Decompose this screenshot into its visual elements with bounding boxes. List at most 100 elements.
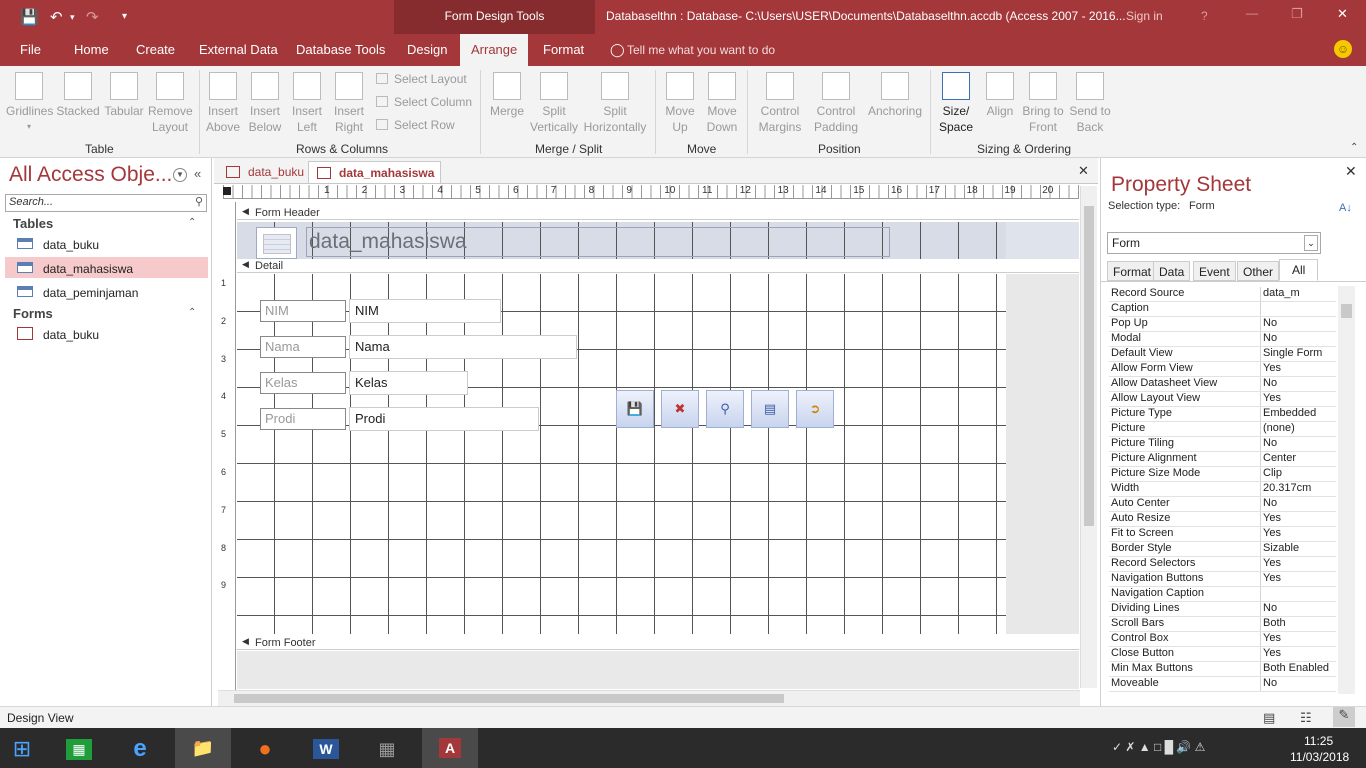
nav-item-data-peminjaman[interactable]: data_peminjaman [5,281,208,302]
remove-layout-button[interactable]: Remove Layout [148,72,193,135]
scrollbar-thumb[interactable] [1084,206,1094,526]
property-row[interactable]: Default View Single Form [1109,347,1336,362]
property-row[interactable]: Min Max Buttons Both Enabled [1109,662,1336,677]
tab-external-data[interactable]: External Data [199,42,278,57]
property-row[interactable]: Scroll Bars Both [1109,617,1336,632]
property-value[interactable]: Single Form [1261,347,1336,361]
align-button[interactable]: Align [980,72,1020,119]
property-value[interactable]: (none) [1261,422,1336,436]
property-row[interactable]: Navigation Caption [1109,587,1336,602]
stacked-button[interactable]: Stacked [56,72,100,119]
undo-dropdown-icon[interactable]: ▾ [70,12,75,23]
vertical-scrollbar[interactable] [1080,186,1097,688]
size-space-button[interactable]: Size/ Space [934,72,978,135]
tab-home[interactable]: Home [74,42,109,57]
nav-search-input[interactable]: Search... ⚲ [5,194,207,212]
property-row[interactable]: Auto Resize Yes [1109,512,1336,527]
property-value[interactable]: Yes [1261,362,1336,376]
control-margins-button[interactable]: Control Margins [752,72,808,135]
redo-icon[interactable]: ↷ [86,8,99,26]
save-icon[interactable]: 💾 [20,8,39,26]
select-layout-button[interactable]: Select Layout [376,72,467,86]
file-explorer-icon[interactable]: 📁 [175,728,231,768]
property-value[interactable]: No [1261,332,1336,346]
nav-item-form-data-buku[interactable]: data_buku [5,323,208,344]
property-value[interactable]: Yes [1261,527,1336,541]
access-icon[interactable]: A [422,728,478,768]
collapse-nav-icon[interactable]: « [194,166,201,181]
property-tab-other[interactable]: Other [1237,261,1280,281]
split-vertically-button[interactable]: Split Vertically [528,72,580,135]
property-row[interactable]: Allow Layout View Yes [1109,392,1336,407]
horizontal-scrollbar[interactable] [218,690,1080,706]
property-value[interactable]: Embedded [1261,407,1336,421]
property-value[interactable] [1261,302,1336,316]
tab-arrange[interactable]: Arrange [460,34,529,66]
form-title-label[interactable]: data_mahasiswa [306,227,890,257]
form-selector[interactable] [223,187,231,195]
restore-button[interactable]: ❐ [1291,6,1303,22]
property-value[interactable]: Center [1261,452,1336,466]
property-tab-data[interactable]: Data [1153,261,1191,281]
tables-group-header[interactable]: Tables [13,216,53,231]
property-value[interactable]: Clip [1261,467,1336,481]
internet-explorer-icon[interactable]: e [118,732,162,766]
property-row[interactable]: Control Box Yes [1109,632,1336,647]
app-icon[interactable]: ▦ [365,732,409,766]
property-row[interactable]: Picture Alignment Center [1109,452,1336,467]
property-row[interactable]: Picture Size Mode Clip [1109,467,1336,482]
design-view-icon[interactable]: ✎ [1333,707,1355,727]
tab-create[interactable]: Create [136,42,175,57]
sort-az-icon[interactable]: A↓ [1339,202,1352,214]
insert-right-button[interactable]: Insert Right [329,72,369,135]
property-value[interactable]: Both Enabled [1261,662,1336,676]
property-tab-format[interactable]: Format [1107,261,1158,281]
collapse-ribbon-icon[interactable]: ⌃ [1350,142,1358,153]
nama-label[interactable]: Nama [260,336,346,358]
property-value[interactable]: Yes [1261,392,1336,406]
bring-to-front-button[interactable]: Bring to Front [1020,72,1066,135]
property-value[interactable]: No [1261,437,1336,451]
property-row[interactable]: Border Style Sizable [1109,542,1336,557]
form-footer-section[interactable] [237,651,1079,689]
insert-below-button[interactable]: Insert Below [245,72,285,135]
property-row[interactable]: Moveable No [1109,677,1336,692]
property-value[interactable]: No [1261,602,1336,616]
windows-start-icon[interactable]: ⊞ [0,732,44,766]
property-value[interactable]: Sizable [1261,542,1336,556]
property-value[interactable]: Yes [1261,557,1336,571]
split-horizontally-button[interactable]: Split Horizontally [582,72,648,135]
doc-tab-data-buku[interactable]: data_buku [218,161,310,183]
detail-bar[interactable]: ◀ Detail [237,259,1079,273]
new-record-button[interactable]: ▤ [751,390,789,428]
property-row[interactable]: Fit to Screen Yes [1109,527,1336,542]
form-footer-bar[interactable]: ◀ Form Footer [237,636,1079,650]
smiley-feedback-icon[interactable]: ☺ [1334,40,1352,58]
property-row[interactable]: Dividing Lines No [1109,602,1336,617]
store-icon[interactable]: ▦ [57,732,101,766]
tray-icons[interactable]: ✓ ✗ ▲ □ █ 🔊 ⚠ [1112,740,1205,754]
prodi-label[interactable]: Prodi [260,408,346,430]
property-row[interactable]: Allow Form View Yes [1109,362,1336,377]
merge-button[interactable]: Merge [486,72,528,119]
layout-view-icon[interactable]: ☷ [1300,710,1312,726]
nav-pane-title[interactable]: All Access Obje... [9,163,172,187]
nav-menu-dropdown-icon[interactable]: ▼ [173,168,187,182]
sign-in-link[interactable]: Sign in [1126,9,1163,23]
collapse-forms-icon[interactable]: ⌃ [188,307,196,318]
form-view-icon[interactable]: ▤ [1263,710,1275,726]
minimize-button[interactable]: — [1246,6,1258,20]
property-row[interactable]: Record Selectors Yes [1109,557,1336,572]
property-value[interactable]: Both [1261,617,1336,631]
nav-item-data-mahasiswa[interactable]: data_mahasiswa [5,257,208,278]
form-header-bar[interactable]: ◀ Form Header [237,206,1079,220]
close-property-sheet-icon[interactable]: ✕ [1345,163,1357,180]
scrollbar-thumb[interactable] [234,694,784,703]
property-row[interactable]: Picture Tiling No [1109,437,1336,452]
forms-group-header[interactable]: Forms [13,306,53,321]
clock-date[interactable]: 11/03/2018 [1290,750,1349,764]
property-row[interactable]: Record Source data_m [1109,287,1336,302]
property-row[interactable]: Close Button Yes [1109,647,1336,662]
object-selector-dropdown[interactable]: Form ⌄ [1107,232,1321,254]
property-value[interactable]: Yes [1261,512,1336,526]
